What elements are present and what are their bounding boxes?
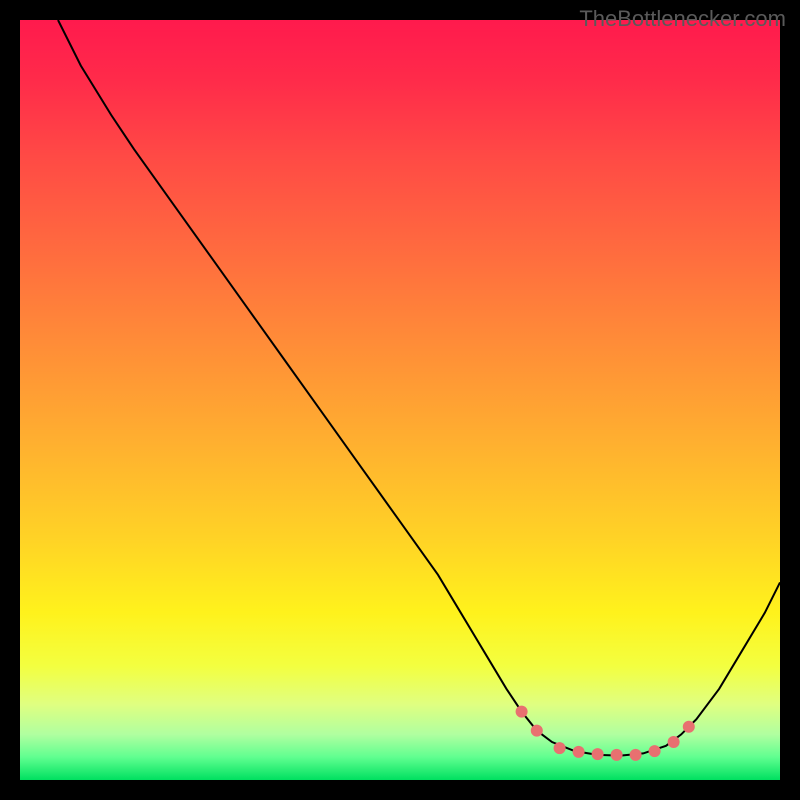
- chart-plot-area: [20, 20, 780, 780]
- chart-marker: [630, 749, 642, 761]
- chart-marker: [531, 725, 543, 737]
- chart-marker: [573, 746, 585, 758]
- chart-background: [20, 20, 780, 780]
- chart-marker: [554, 742, 566, 754]
- chart-marker: [516, 706, 528, 718]
- chart-marker: [683, 721, 695, 733]
- chart-marker: [668, 736, 680, 748]
- chart-marker: [592, 748, 604, 760]
- chart-svg: [20, 20, 780, 780]
- chart-marker: [611, 749, 623, 761]
- chart-marker: [649, 745, 661, 757]
- watermark-text: TheBottlenecker.com: [579, 6, 786, 32]
